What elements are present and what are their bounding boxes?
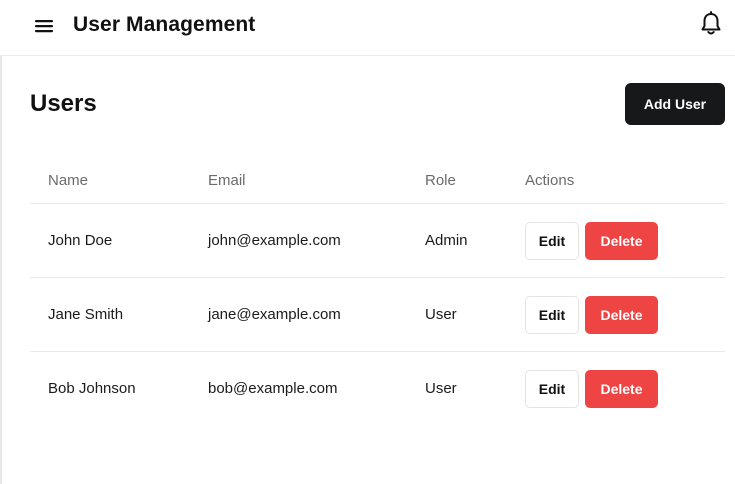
edit-button[interactable]: Edit xyxy=(525,295,579,334)
column-header-name: Name xyxy=(30,158,208,204)
table-row: Bob Johnson bob@example.com User Edit Del… xyxy=(30,352,725,426)
user-actions-cell: Edit Delete xyxy=(525,352,725,426)
top-app-bar: User Management xyxy=(0,0,735,56)
column-header-email: Email xyxy=(208,158,425,204)
user-name-cell: Bob Johnson xyxy=(48,380,136,397)
edit-button[interactable]: Edit xyxy=(525,221,579,260)
delete-button[interactable]: Delete xyxy=(585,369,658,408)
user-role-cell: Admin xyxy=(425,203,525,278)
hamburger-menu-icon[interactable] xyxy=(34,16,54,36)
user-email-cell: john@example.com xyxy=(208,203,425,278)
user-actions-cell: Edit Delete xyxy=(525,277,725,352)
table-row: John Doe john@example.com Admin Edit Dele… xyxy=(30,203,725,278)
table-row: Jane Smith jane@example.com User Edit Del… xyxy=(30,277,725,352)
bell-icon[interactable] xyxy=(700,11,722,37)
delete-button[interactable]: Delete xyxy=(585,221,658,260)
table-header-row: Name Email Role Actions xyxy=(30,158,725,204)
user-name-cell: Jane Smith xyxy=(30,277,208,352)
user-name-cell: John Doe xyxy=(30,203,208,278)
column-header-actions: Actions xyxy=(525,158,725,204)
user-email-cell: bob@example.com xyxy=(208,380,338,397)
delete-button[interactable]: Delete xyxy=(585,295,658,334)
edit-button[interactable]: Edit xyxy=(525,369,579,408)
user-role-cell: User xyxy=(425,380,457,397)
app-title: User Management xyxy=(73,13,256,36)
user-role-cell: User xyxy=(425,277,525,352)
column-header-role: Role xyxy=(425,158,525,204)
page-title: Users xyxy=(30,90,97,117)
user-email-cell: jane@example.com xyxy=(208,277,425,352)
add-user-button[interactable]: Add User xyxy=(625,83,725,125)
sidebar-edge xyxy=(0,56,2,484)
users-table: Name Email Role Actions John Doe john@ex… xyxy=(30,158,725,425)
user-actions-cell: Edit Delete xyxy=(525,203,725,278)
